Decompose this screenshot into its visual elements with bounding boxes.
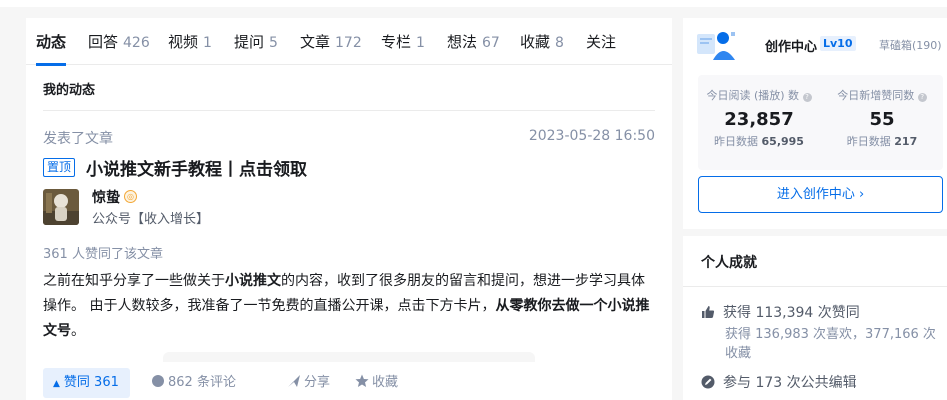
tab-following[interactable]: 关注 [586, 31, 616, 52]
excerpt-bold: 小说推文 [225, 273, 281, 289]
author-description: 公众号【收入增长】 [92, 212, 210, 227]
pinned-badge: 置顶 [43, 158, 76, 177]
excerpt-text: 。 [71, 323, 85, 339]
achievement-favorites: 获得 136,983 次喜欢，377,166 次收藏 [725, 327, 936, 361]
comments-label: 862 条评论 [168, 375, 236, 390]
stat-sub: 昨日数据 65,995 [698, 133, 820, 149]
likes-summary: 361 人赞同了该文章 [43, 247, 163, 262]
comments-button[interactable]: 862 条评论 [151, 368, 236, 398]
stat-label-text: 今日新增赞同数 [837, 89, 915, 102]
creator-illustration-icon [695, 28, 739, 62]
activity-date: 2023-05-28 16:50 [528, 128, 655, 144]
activity-action: 发表了文章 [43, 131, 113, 147]
stat-today-votes[interactable]: 今日新增赞同数 ? 55 昨日数据 217 [821, 87, 943, 149]
tab-thoughts[interactable]: 想法 67 [447, 31, 500, 52]
tab-count: 1 [203, 35, 212, 51]
tab-label: 想法 [447, 33, 478, 51]
help-icon: ? [917, 93, 927, 102]
creator-username: 草磕箱(190) [879, 39, 942, 52]
share-button[interactable]: 分享 [287, 368, 330, 398]
profile-main-card: 动态 回答 426 视频 1 提问 5 文章 172 专栏 1 想法 67 收藏 8 关注 我… [26, 18, 672, 400]
share-icon [288, 375, 300, 387]
tab-label: 视频 [168, 33, 199, 51]
tab-count: 5 [269, 35, 278, 51]
author-badge-icon: ◎ [124, 190, 137, 203]
vote-label: 赞同 361 [63, 375, 119, 390]
vote-up-icon: ▲ [53, 379, 60, 389]
achievement-edits: 参与 173 次公共编辑 [701, 372, 857, 393]
tab-questions[interactable]: 提问 5 [234, 31, 278, 52]
tab-count: 1 [416, 35, 425, 51]
section-title: 我的动态 [43, 83, 96, 98]
stat-sub-label: 昨日数据 [714, 135, 759, 148]
tab-answers[interactable]: 回答 426 [88, 31, 150, 52]
author-avatar[interactable] [43, 189, 79, 225]
tab-label: 关注 [586, 33, 617, 51]
tab-count: 172 [335, 35, 362, 51]
stat-sub-label: 昨日数据 [846, 135, 891, 148]
stat-value: 23,857 [724, 109, 794, 130]
tab-count: 67 [482, 35, 500, 51]
creator-stats: 今日阅读 (播放) 数 ? 23,857 昨日数据 65,995 今日新增赞同数… [698, 75, 943, 170]
tab-label: 提问 [234, 33, 265, 51]
level-badge: Lv10 [820, 36, 856, 51]
stat-label: 今日新增赞同数 ? [821, 87, 943, 103]
author-name[interactable]: 惊蛰 [92, 187, 120, 207]
comment-icon [152, 375, 164, 387]
stat-sub: 昨日数据 217 [821, 133, 943, 149]
achievement-likes: 获得 113,394 次赞同 [701, 302, 860, 323]
achievements-card: 个人成就 获得 113,394 次赞同 获得 136,983 次喜欢，377,1… [683, 236, 947, 400]
creator-center-title: 创作中心 [765, 40, 818, 55]
star-icon [355, 374, 369, 387]
stat-sub-value: 217 [894, 135, 918, 148]
divider [683, 286, 947, 287]
article-title[interactable]: 小说推文新手教程丨点击领取 [86, 155, 307, 180]
tab-label: 动态 [36, 33, 67, 51]
tab-activity[interactable]: 动态 [36, 31, 66, 52]
article-excerpt[interactable]: 之前在知乎分享了一些做关于小说推文的内容，收到了很多朋友的留言和提问，想进一步学… [43, 269, 658, 344]
help-icon: ? [802, 93, 812, 102]
vote-button[interactable]: ▲ 赞同 361 [43, 368, 130, 398]
profile-tabs: 动态 回答 426 视频 1 提问 5 文章 172 专栏 1 想法 67 收藏 8 关注 [26, 18, 672, 66]
enter-creator-center-button[interactable]: 进入创作中心 › [698, 176, 943, 213]
link-card-preview[interactable] [163, 352, 535, 362]
stat-sub-value: 65,995 [761, 135, 804, 148]
achievement-edits-text: 参与 173 次公共编辑 [723, 375, 857, 391]
tab-label: 回答 [88, 33, 119, 51]
favorite-label: 收藏 [372, 375, 399, 390]
tab-label: 收藏 [520, 33, 551, 51]
active-tab-indicator [36, 63, 66, 66]
achievement-likes-text: 获得 113,394 次赞同 [723, 305, 860, 321]
stat-label: 今日阅读 (播放) 数 ? [698, 87, 820, 103]
tab-label: 专栏 [381, 33, 412, 51]
achievements-title: 个人成就 [701, 255, 757, 271]
share-label: 分享 [304, 375, 331, 390]
tab-label: 文章 [300, 33, 331, 51]
tab-columns[interactable]: 专栏 1 [381, 31, 425, 52]
top-header-bar [0, 0, 947, 7]
edit-icon [701, 375, 715, 393]
tab-videos[interactable]: 视频 1 [168, 31, 212, 52]
tab-collections[interactable]: 收藏 8 [520, 31, 564, 52]
creator-center-card: 创作中心 Lv10 草磕箱(190) 今日阅读 (播放) 数 ? 23,857 … [683, 18, 947, 229]
tab-count: 8 [555, 35, 564, 51]
tab-count: 426 [123, 35, 150, 51]
excerpt-text: 之前在知乎分享了一些做关于 [43, 273, 225, 289]
tab-articles[interactable]: 文章 172 [300, 31, 362, 52]
stat-today-reads[interactable]: 今日阅读 (播放) 数 ? 23,857 昨日数据 65,995 [698, 87, 820, 149]
stat-value: 55 [869, 109, 895, 130]
divider [43, 110, 655, 111]
stat-label-text: 今日阅读 (播放) 数 [706, 89, 800, 102]
favorite-button[interactable]: 收藏 [355, 368, 398, 398]
thumbs-up-icon [701, 305, 715, 323]
